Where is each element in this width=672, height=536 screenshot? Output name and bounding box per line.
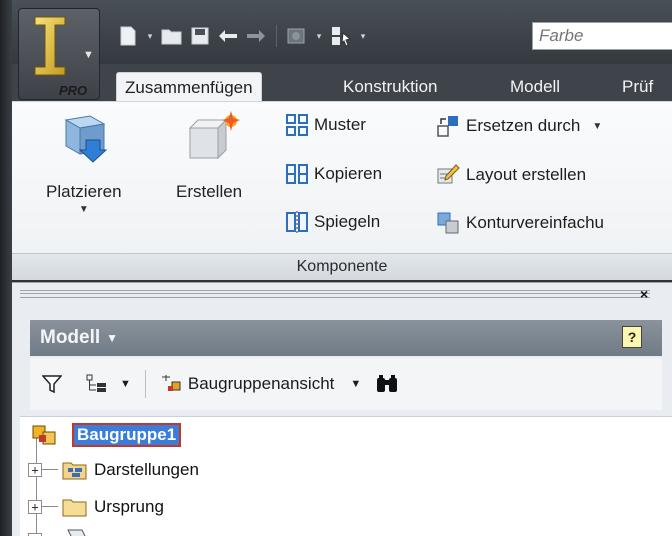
panel-title-komponente[interactable]: Komponente: [12, 253, 672, 280]
panel-grip[interactable]: [20, 290, 650, 298]
view-mode-dropdown-icon[interactable]: ▼: [350, 378, 361, 390]
filter-icon[interactable]: [42, 374, 62, 394]
copy-icon: [286, 164, 308, 184]
pattern-label: Muster: [314, 115, 366, 134]
view-mode-selector[interactable]: Baugruppenansicht ▼: [160, 373, 361, 395]
create-component-icon: [188, 111, 241, 160]
layout-button[interactable]: Layout erstellen: [436, 163, 586, 187]
save-icon[interactable]: [188, 24, 212, 48]
folder-icon: [62, 499, 87, 517]
pattern-button[interactable]: Muster: [286, 114, 366, 136]
place-dropdown-icon[interactable]: ▼: [79, 204, 89, 215]
binoculars-icon[interactable]: [375, 374, 399, 394]
assembly-icon: [32, 425, 56, 445]
simplify-button[interactable]: Konturvereinfachu: [436, 211, 604, 235]
replace-dropdown-icon[interactable]: ▼: [592, 121, 602, 132]
tab-konstruktion[interactable]: Konstruktion: [343, 72, 438, 102]
redo-icon[interactable]: [244, 24, 268, 48]
toolbar-separator: [144, 370, 146, 398]
close-icon[interactable]: ×: [640, 286, 648, 302]
expand-icon[interactable]: +: [28, 500, 42, 514]
material-icon[interactable]: [285, 24, 309, 48]
pattern-icon: [286, 114, 308, 136]
ribbon-tab-bar: [12, 64, 672, 102]
tree-item-label[interactable]: Darstellungen: [94, 460, 199, 480]
undo-icon[interactable]: [216, 24, 240, 48]
replace-label: Ersetzen durch: [466, 116, 581, 135]
copy-label: Kopieren: [314, 164, 383, 183]
tree-item-partial[interactable]: +: [28, 528, 88, 536]
help-icon[interactable]: ?: [622, 326, 642, 348]
browser-title-chevron-icon[interactable]: ▼: [106, 331, 118, 345]
tree-item-label[interactable]: Baugruppe1: [72, 423, 182, 447]
browser-header[interactable]: Modell ▼: [30, 320, 662, 356]
tab-zusammenfuegen[interactable]: Zusammenfügen: [116, 72, 262, 102]
tab-modell[interactable]: Modell: [510, 72, 560, 102]
place-button[interactable]: Platzieren ▼: [46, 110, 122, 215]
panel-title-label: Komponente: [296, 258, 388, 275]
mirror-label: Spiegeln: [314, 212, 381, 231]
tree-view-icon: [86, 374, 106, 392]
layout-icon: [437, 164, 460, 184]
browser-title: Modell: [40, 327, 101, 348]
app-menu-chevron-icon: ▼: [83, 49, 94, 61]
part-icon: [67, 529, 86, 536]
representations-folder-icon: [62, 462, 87, 480]
copy-button[interactable]: Kopieren: [286, 163, 382, 185]
tree-item-origin[interactable]: + Ursprung: [28, 495, 164, 519]
tree-item-label[interactable]: Ursprung: [94, 497, 164, 517]
inventor-logo-icon: [34, 16, 66, 76]
place-label: Platzieren: [46, 182, 122, 201]
pro-badge: PRO: [59, 83, 88, 98]
appearance-dropdown-icon[interactable]: ▾: [357, 24, 369, 48]
qat-icons: ▾ ▾ ▾: [116, 20, 369, 52]
panel-grip-line: [20, 293, 650, 294]
tree-view-dropdown-icon[interactable]: ▼: [120, 378, 131, 390]
color-field[interactable]: [532, 22, 672, 50]
create-label: Erstellen: [176, 182, 243, 201]
place-icon: [64, 115, 108, 163]
create-button[interactable]: Erstellen: [176, 110, 242, 202]
view-mode-label: Baugruppenansicht: [187, 374, 335, 393]
new-dropdown-icon[interactable]: ▾: [144, 24, 156, 48]
assembly-view-icon: [161, 375, 181, 391]
qat-separator: [276, 25, 277, 47]
material-dropdown-icon[interactable]: ▾: [313, 24, 325, 48]
inventor-window: ▼ PRO ▾ ▾ ▾ Zusammenfügen Konstrukti: [0, 0, 672, 536]
simplify-label: Konturvereinfachu: [466, 213, 604, 232]
tree-line: [36, 438, 37, 536]
browser-toolbar: ▼ Baugruppenansicht ▼: [30, 358, 662, 410]
tree-item-representations[interactable]: + Darstellungen: [28, 458, 199, 482]
appearance-icon[interactable]: [329, 24, 353, 48]
window-edge: [0, 0, 12, 536]
mirror-button[interactable]: Spiegeln: [286, 211, 380, 233]
new-icon[interactable]: [116, 24, 140, 48]
application-menu-button[interactable]: ▼ PRO: [18, 8, 100, 100]
tab-pruef[interactable]: Prüf: [622, 72, 653, 102]
replace-icon: [437, 116, 458, 137]
mirror-icon: [286, 211, 308, 233]
layout-label: Layout erstellen: [466, 165, 587, 184]
tree-item-root[interactable]: Baugruppe1: [30, 422, 182, 448]
shrinkwrap-icon: [437, 212, 459, 234]
open-icon[interactable]: [160, 24, 184, 48]
replace-button[interactable]: Ersetzen durch ▼: [436, 114, 602, 138]
expand-icon[interactable]: +: [28, 463, 42, 477]
expand-all-button[interactable]: ▼: [86, 374, 131, 394]
